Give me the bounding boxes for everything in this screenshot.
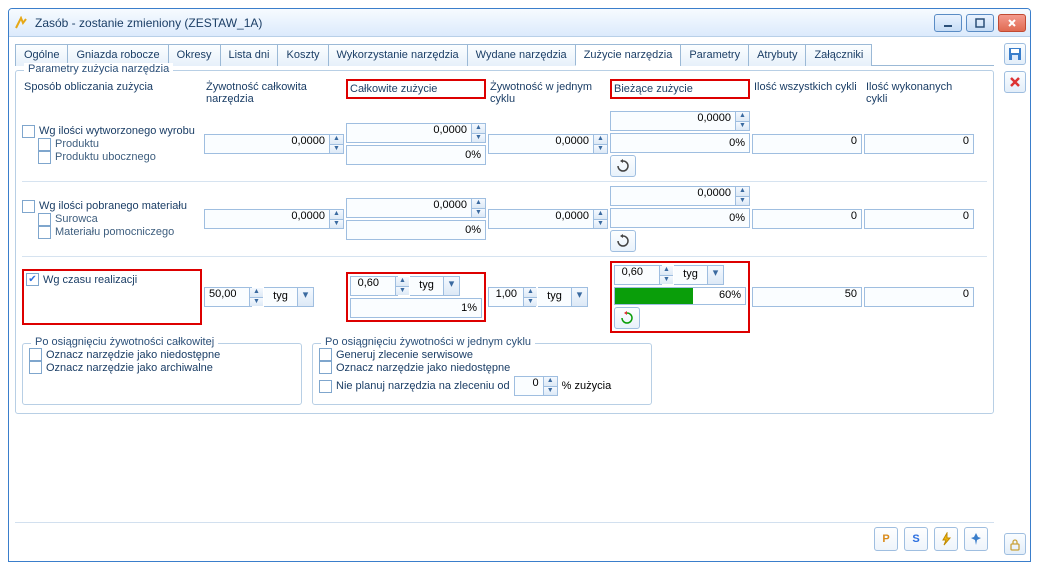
chk-byproduct[interactable]: Produktu ubocznego: [38, 151, 202, 164]
tab-atrybuty[interactable]: Atrybuty: [748, 44, 806, 66]
titlebar: Zasób - zostanie zmieniony (ZESTAW_1A): [9, 9, 1030, 37]
pin-button[interactable]: [964, 527, 988, 551]
tab-zużycie-narzędzia[interactable]: Zużycie narzędzia: [575, 44, 682, 66]
save-button[interactable]: [1004, 43, 1026, 65]
tab-lista-dni[interactable]: Lista dni: [220, 44, 279, 66]
chk-raw[interactable]: Surowca: [38, 213, 202, 226]
r1-total-pct: 0%: [346, 145, 486, 165]
r1-current-pct: 0%: [610, 133, 750, 153]
r3-current-wear[interactable]: 0,60: [614, 265, 662, 285]
r2-total-wear[interactable]: 0,0000: [346, 198, 486, 218]
chk-aux[interactable]: Materiału pomocniczego: [38, 226, 202, 239]
unit-dropdown[interactable]: ▾: [708, 265, 724, 285]
r3-all-cycles[interactable]: 50: [752, 287, 862, 307]
r2-all-cycles[interactable]: 0: [752, 209, 862, 229]
r3-done-cycles[interactable]: 0: [864, 287, 974, 307]
footer-s-button[interactable]: S: [904, 527, 928, 551]
chk-no-plan-from[interactable]: Nie planuj narzędzia na zleceniu od: [319, 380, 510, 393]
chk-gen-service-order[interactable]: Generuj zlecenie serwisowe: [319, 348, 645, 361]
r2-total-pct: 0%: [346, 220, 486, 240]
chk-by-product-qty[interactable]: Wg ilości wytworzonego wyrobu: [22, 125, 202, 138]
spinner[interactable]: ▲▼: [329, 135, 343, 153]
tab-parametry[interactable]: Parametry: [680, 44, 749, 66]
lock-icon[interactable]: [1004, 533, 1026, 555]
chk-mark-unavailable-cycle[interactable]: Oznacz narzędzie jako niedostępne: [319, 361, 645, 374]
reset-icon[interactable]: [610, 155, 636, 177]
tab-wydane-narzędzia[interactable]: Wydane narzędzia: [467, 44, 576, 66]
col-done-cycles: Ilość wykonanych cykli: [864, 79, 974, 111]
reset-icon[interactable]: [610, 230, 636, 252]
wear-params-group: Parametry zużycia narzędzia Sposób oblic…: [15, 70, 994, 414]
r2-cycle-life[interactable]: 0,0000: [488, 209, 608, 229]
tab-koszty[interactable]: Koszty: [277, 44, 328, 66]
col-cycle-life: Żywotność w jednym cyklu: [488, 79, 608, 111]
side-toolbar: [1000, 37, 1030, 561]
reset-icon[interactable]: [614, 307, 640, 329]
r1-total-wear[interactable]: 0,0000: [346, 123, 486, 143]
app-icon: [13, 15, 29, 31]
maximize-button[interactable]: [966, 14, 994, 32]
current-wear-progress: 60%: [614, 287, 746, 305]
r1-all-cycles[interactable]: 0: [752, 134, 862, 154]
r1-current-wear[interactable]: 0,0000: [610, 111, 750, 131]
window-title: Zasób - zostanie zmieniony (ZESTAW_1A): [35, 16, 934, 30]
col-total-life: Żywotność całkowita narzędzia: [204, 79, 344, 111]
close-button[interactable]: [998, 14, 1026, 32]
group-label: Parametry zużycia narzędzia: [24, 63, 173, 75]
col-total-wear-highlight: Całkowite zużycie: [346, 79, 486, 99]
chk-product[interactable]: Produktu: [38, 138, 202, 151]
r2-total-life[interactable]: 0,0000: [204, 209, 344, 229]
after-cycle-group: Po osiągnięciu żywotności w jednym cyklu…: [312, 343, 652, 405]
app-window: Zasób - zostanie zmieniony (ZESTAW_1A) O…: [8, 8, 1031, 562]
lightning-button[interactable]: [934, 527, 958, 551]
minimize-button[interactable]: [934, 14, 962, 32]
col-current-wear-highlight: Bieżące zużycie: [610, 79, 750, 99]
r3-total-life[interactable]: 50,00: [204, 287, 252, 307]
tab-załączniki[interactable]: Załączniki: [805, 44, 872, 66]
footer-bar: P S: [15, 522, 994, 555]
checkbox-checked-icon: ✔: [26, 273, 39, 286]
r2-done-cycles[interactable]: 0: [864, 209, 974, 229]
r3-total-pct: 1%: [350, 298, 482, 318]
r1-done-cycles[interactable]: 0: [864, 134, 974, 154]
col-all-cycles: Ilość wszystkich cykli: [752, 79, 862, 99]
r1-total-life[interactable]: 0,0000: [204, 134, 344, 154]
tab-okresy[interactable]: Okresy: [168, 44, 221, 66]
tab-wykorzystanie-narzędzia[interactable]: Wykorzystanie narzędzia: [328, 44, 468, 66]
unit-dropdown[interactable]: ▾: [444, 276, 460, 296]
chk-by-time[interactable]: ✔Wg czasu realizacji: [26, 273, 198, 286]
unit-dropdown[interactable]: ▾: [572, 287, 588, 307]
col-method: Sposób obliczania zużycia: [22, 79, 202, 99]
r2-current-pct: 0%: [610, 208, 750, 228]
r1-cycle-life[interactable]: 0,0000: [488, 134, 608, 154]
footer-p-button[interactable]: P: [874, 527, 898, 551]
after-total-group: Po osiągnięciu żywotności całkowitej Ozn…: [22, 343, 302, 405]
chk-mark-archival[interactable]: Oznacz narzędzie jako archiwalne: [29, 361, 295, 374]
unit-dropdown[interactable]: ▾: [298, 287, 314, 307]
chk-by-material-qty[interactable]: Wg ilości pobranego materiału: [22, 200, 202, 213]
chk-mark-unavailable-total[interactable]: Oznacz narzędzie jako niedostępne: [29, 348, 295, 361]
cancel-button[interactable]: [1004, 71, 1026, 93]
r2-current-wear[interactable]: 0,0000: [610, 186, 750, 206]
r3-total-wear[interactable]: 0,60: [350, 276, 398, 296]
unit-label: tyg: [264, 287, 298, 307]
